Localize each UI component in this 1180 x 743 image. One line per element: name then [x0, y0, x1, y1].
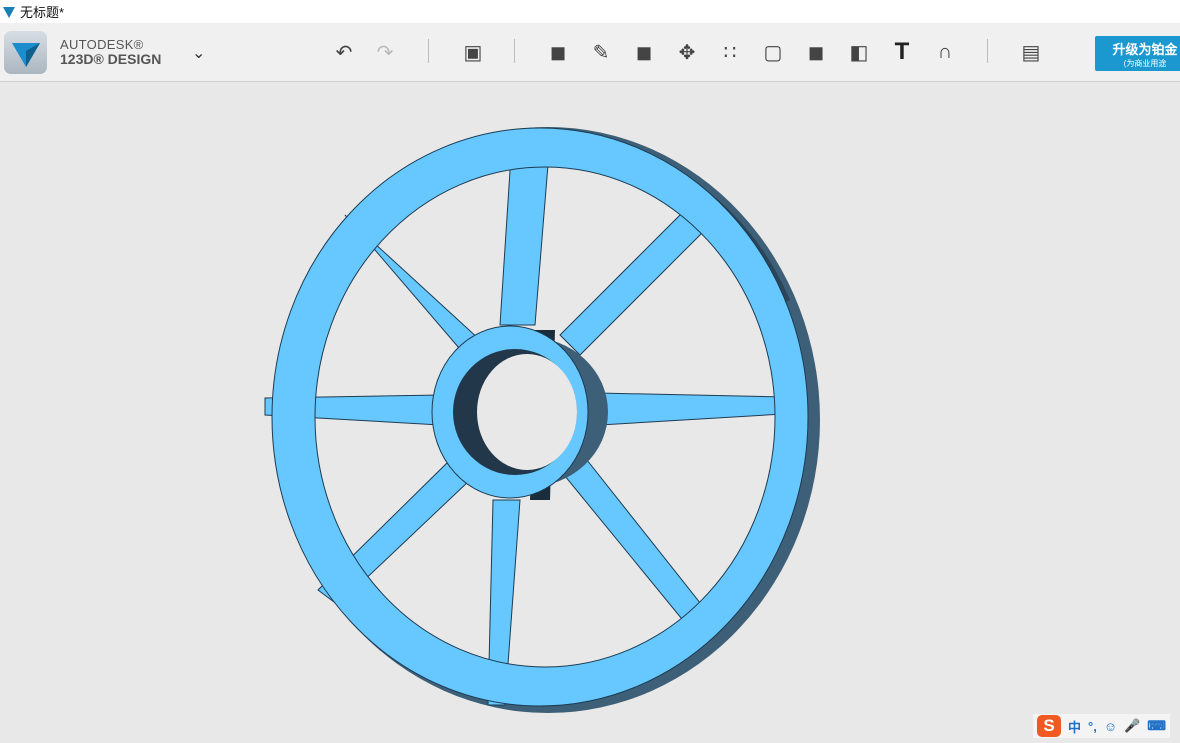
- ime-punctuation[interactable]: °,: [1088, 719, 1097, 734]
- brand: AUTODESK® 123D® DESIGN: [60, 37, 161, 67]
- text-icon[interactable]: T: [887, 37, 917, 67]
- brand-line1: AUTODESK®: [60, 37, 144, 52]
- upgrade-button[interactable]: 升级为铂金 (为商业用途: [1095, 36, 1180, 71]
- hub-hole: [477, 354, 577, 470]
- ime-toolbar: S 中 °, ☺ 🎤 ⌨: [1033, 714, 1171, 738]
- microphone-icon[interactable]: 🎤: [1124, 718, 1140, 734]
- ime-mode[interactable]: 中: [1068, 717, 1081, 736]
- modify-icon[interactable]: ✥: [672, 37, 702, 67]
- chevron-down-icon[interactable]: ⌄: [192, 43, 205, 63]
- redo-icon[interactable]: ↷: [370, 37, 400, 67]
- divider: [428, 39, 429, 63]
- construct-icon[interactable]: ◼: [629, 37, 659, 67]
- snap-icon[interactable]: ∩: [930, 37, 960, 67]
- title-bar: 无标题*: [0, 0, 1180, 23]
- pattern-icon[interactable]: ∷: [715, 37, 745, 67]
- measure-icon[interactable]: ◧: [844, 37, 874, 67]
- sketch-icon[interactable]: ✎: [586, 37, 616, 67]
- brand-line2: 123D® DESIGN: [60, 51, 162, 67]
- keyboard-icon[interactable]: ⌨: [1147, 718, 1166, 734]
- upgrade-sublabel: (为商业用途: [1123, 59, 1167, 68]
- combine-icon[interactable]: ◼: [801, 37, 831, 67]
- emoji-icon[interactable]: ☺: [1104, 719, 1117, 734]
- sogou-logo[interactable]: S: [1037, 715, 1061, 737]
- wheel-model[interactable]: [0, 83, 1180, 738]
- undo-icon[interactable]: ↶: [329, 37, 359, 67]
- app-logo[interactable]: [4, 31, 47, 74]
- transform-icon[interactable]: ▣: [458, 37, 488, 67]
- 3d-viewport[interactable]: [0, 83, 1180, 738]
- grouping-icon[interactable]: ▢: [758, 37, 788, 67]
- upgrade-label: 升级为铂金: [1112, 42, 1178, 57]
- material-icon[interactable]: ▤: [1016, 37, 1046, 67]
- app-icon: [3, 6, 15, 18]
- divider: [514, 39, 515, 63]
- window-title: 无标题*: [20, 5, 65, 20]
- toolbar: AUTODESK® 123D® DESIGN ⌄ ↶ ↷ ▣ ◼ ✎ ◼ ✥ ∷…: [0, 23, 1180, 82]
- divider: [987, 39, 988, 63]
- primitives-icon[interactable]: ◼: [543, 37, 573, 67]
